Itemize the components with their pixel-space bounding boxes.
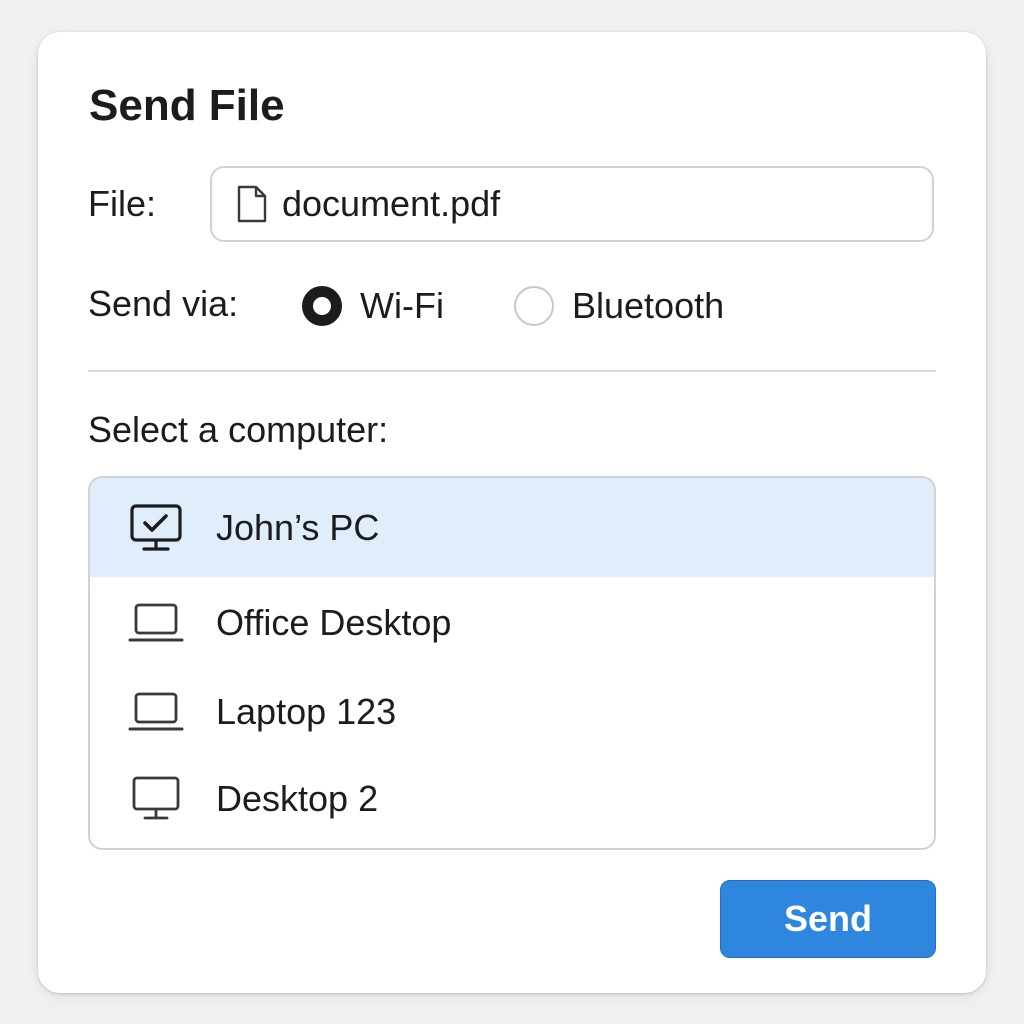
monitor-check-icon	[128, 503, 184, 552]
radio-wifi[interactable]: Wi-Fi	[302, 284, 444, 328]
send-via-label: Send via:	[88, 283, 239, 324]
laptop-icon	[128, 688, 184, 736]
list-item-label: Office Desktop	[216, 602, 452, 643]
list-item-laptop-123[interactable]: Laptop 123	[90, 669, 934, 755]
computer-list: John’s PC Office Desktop Laptop 123 Desk…	[88, 476, 936, 850]
radio-bluetooth-label: Bluetooth	[572, 285, 725, 326]
select-computer-label: Select a computer:	[88, 409, 389, 450]
laptop-icon	[128, 599, 184, 647]
radio-wifi-label: Wi-Fi	[360, 285, 444, 326]
radio-unselected-icon	[514, 286, 554, 326]
radio-bluetooth[interactable]: Bluetooth	[514, 284, 724, 328]
monitor-icon	[128, 775, 184, 823]
list-item-label: John’s PC	[216, 506, 380, 548]
file-field[interactable]: document.pdf	[210, 166, 934, 242]
list-item-johns-pc[interactable]: John’s PC	[90, 478, 934, 577]
list-item-label: Laptop 123	[216, 691, 397, 732]
send-file-dialog: Send File File: document.pdf Send via: W…	[38, 32, 986, 993]
list-item-desktop-2[interactable]: Desktop 2	[90, 755, 934, 843]
list-item-label: Desktop 2	[216, 778, 379, 819]
file-name: document.pdf	[282, 183, 501, 224]
radio-selected-icon	[302, 286, 342, 326]
divider	[88, 370, 936, 372]
dialog-title: Send File	[89, 81, 285, 130]
file-label: File:	[88, 183, 157, 224]
list-item-office-desktop[interactable]: Office Desktop	[90, 577, 934, 669]
document-icon	[236, 185, 268, 223]
send-button[interactable]: Send	[720, 880, 936, 958]
